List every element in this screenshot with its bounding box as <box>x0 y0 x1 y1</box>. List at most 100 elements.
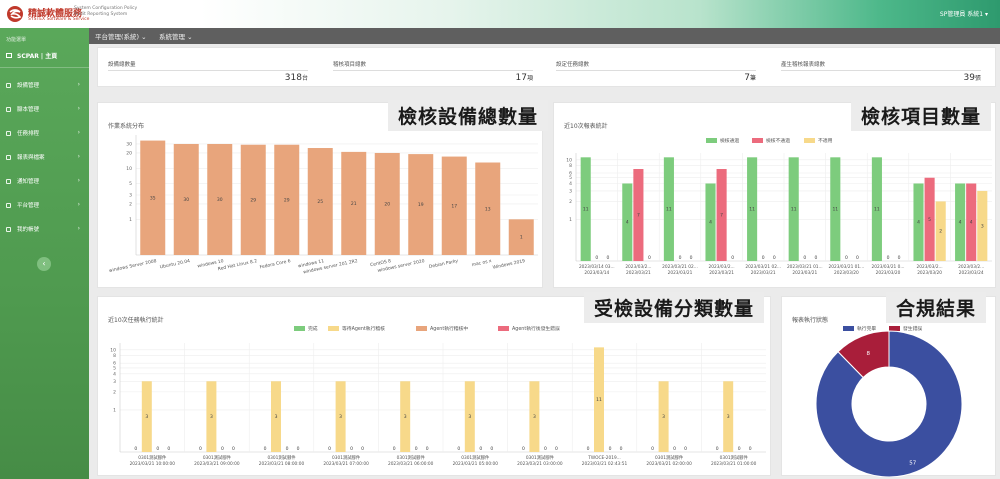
pie-value-label: 57 <box>909 460 916 466</box>
user-menu[interactable]: SP管理員 系統1 ▾ <box>940 9 988 18</box>
bell-icon <box>6 178 11 184</box>
x-tick-label: 2023/03/2... <box>958 264 984 270</box>
bar-value-label: 0 <box>762 255 765 261</box>
top-nav: 平台管理(系統) ⌄ 系統管理 ⌄ <box>89 28 1000 44</box>
stat-value: 39張 <box>963 73 981 83</box>
bar-value-label: 11 <box>596 397 602 403</box>
bar-value-label: 0 <box>803 255 806 261</box>
sidebar-divider <box>0 67 89 68</box>
stat-value: 318台 <box>284 73 308 83</box>
sidebar-item-schedule[interactable]: 任務排程 › <box>0 121 89 145</box>
bar-value-label: 4 <box>709 220 712 226</box>
callout-audit-items: 檢核項目數量 <box>851 100 992 131</box>
bar-value-label: 3 <box>275 414 278 420</box>
brand-logo-icon <box>7 6 23 22</box>
report-status-chart: 執行完畢 發生錯誤 8 57 <box>815 325 963 477</box>
legend-swatch <box>889 326 900 331</box>
x-tick-label: 2023/03/21 02:00:00 <box>646 461 692 467</box>
sidebar-item-label: 設備管理 <box>17 83 40 89</box>
y-tick-label: 2 <box>129 201 132 207</box>
legend-label: 執行完畢 <box>857 325 876 332</box>
bar-value-label: 0 <box>773 255 776 261</box>
sidebar-item-script[interactable]: 腳本管理 › <box>0 97 89 121</box>
y-tick-label: 4 <box>113 371 116 377</box>
x-tick-label: 2023/03/21 0... <box>872 264 905 270</box>
sidebar-item-notify[interactable]: 通知管理 › <box>0 169 89 193</box>
report-icon <box>6 154 11 160</box>
y-tick-label: 10 <box>110 347 116 353</box>
bar-value-label: 0 <box>684 446 687 452</box>
x-tick-label: Debian Parky <box>428 258 459 270</box>
sidebar-home-link[interactable]: SCPAR | 主頁 <box>0 48 89 62</box>
stat-label: 設定任務總數 <box>556 62 590 68</box>
sidebar-item-label: 報表與檔案 <box>17 155 45 161</box>
bar-value-label: 0 <box>328 446 331 452</box>
stat-audit-items: 稽核項目總數 17項 <box>323 48 543 84</box>
sidebar-item-label: 任務排程 <box>17 131 40 137</box>
sidebar-item-reports[interactable]: 報表與檔案 › <box>0 145 89 169</box>
x-tick-label: 0301測試腳件 <box>461 454 490 461</box>
sidebar-item-platform[interactable]: 平台管理 › <box>0 193 89 217</box>
stat-divider <box>108 70 308 71</box>
bar-value-label: 29 <box>284 197 290 203</box>
x-tick-label: 0301測試腳件 <box>397 454 426 461</box>
x-tick-label: 2023/03/21 01:00:00 <box>711 461 757 467</box>
bar-value-label: 4 <box>626 220 629 226</box>
bar-value-label: 3 <box>662 414 665 420</box>
bar-value-label: 0 <box>286 446 289 452</box>
bar-value-label: 0 <box>264 446 267 452</box>
legend-swatch <box>706 138 717 143</box>
stat-divider <box>781 70 981 71</box>
x-tick-label: 0301測試腳件 <box>267 454 296 461</box>
bar-value-label: 0 <box>134 446 137 452</box>
legend-label: 發生錯誤 <box>903 325 922 332</box>
x-tick-label: 2023/03/21 01... <box>829 264 865 270</box>
bar-value-label: 0 <box>544 446 547 452</box>
x-tick-label: 2023/03/21 <box>626 270 651 276</box>
sidebar-item-device[interactable]: 設備管理 › <box>0 73 89 97</box>
bar-value-label: 13 <box>485 206 491 212</box>
bar-value-label: 35 <box>150 195 156 201</box>
platform-icon <box>6 202 11 208</box>
sidebar-collapse-button[interactable]: ‹ <box>37 257 51 271</box>
sidebar-item-account[interactable]: 我的帳號 › <box>0 217 89 241</box>
device-icon <box>6 82 11 88</box>
bar-value-label: 11 <box>583 207 589 213</box>
legend-label: 不適用 <box>818 137 833 144</box>
bar-value-label: 0 <box>479 446 482 452</box>
bar-value-label: 3 <box>404 414 407 420</box>
x-tick-label: 2023/03/21 03:00:00 <box>517 461 563 467</box>
nav-menu-system[interactable]: 系統管理 ⌄ <box>159 31 193 41</box>
y-tick-label: 8 <box>113 353 116 359</box>
bar-value-label: 11 <box>874 207 880 213</box>
bar-value-label: 0 <box>845 255 848 261</box>
bar-value-label: 0 <box>606 255 609 261</box>
bar-value-label: 0 <box>673 446 676 452</box>
nav-menu-platform[interactable]: 平台管理(系統) ⌄ <box>95 31 147 41</box>
y-tick-label: 1 <box>129 217 132 223</box>
y-tick-label: 3 <box>113 379 116 385</box>
chevron-right-icon: › <box>77 225 80 232</box>
x-tick-label: 2023/03/21 <box>792 270 817 276</box>
stat-divider <box>556 70 756 71</box>
bar-value-label: 0 <box>814 255 817 261</box>
y-tick-label: 2 <box>113 389 116 395</box>
bar-value-label: 0 <box>350 446 353 452</box>
bar-value-label: 0 <box>595 255 598 261</box>
legend-swatch <box>416 326 427 331</box>
legend-label: Agent執行後發生錯誤 <box>512 325 560 332</box>
user-icon <box>6 226 11 232</box>
bar-value-label: 0 <box>651 446 654 452</box>
legend-swatch <box>328 326 339 331</box>
y-tick-label: 10 <box>126 166 132 172</box>
legend-swatch <box>498 326 509 331</box>
bar-value-label: 3 <box>533 414 536 420</box>
bar-value-label: 20 <box>384 201 390 207</box>
script-icon <box>6 106 11 112</box>
legend-swatch <box>752 138 763 143</box>
bar-value-label: 11 <box>832 207 838 213</box>
bar-value-label: 0 <box>749 446 752 452</box>
x-tick-label: 0301測試腳件 <box>138 454 167 461</box>
stat-label: 產生稽核報表總數 <box>781 62 826 68</box>
bar-value-label: 0 <box>690 255 693 261</box>
